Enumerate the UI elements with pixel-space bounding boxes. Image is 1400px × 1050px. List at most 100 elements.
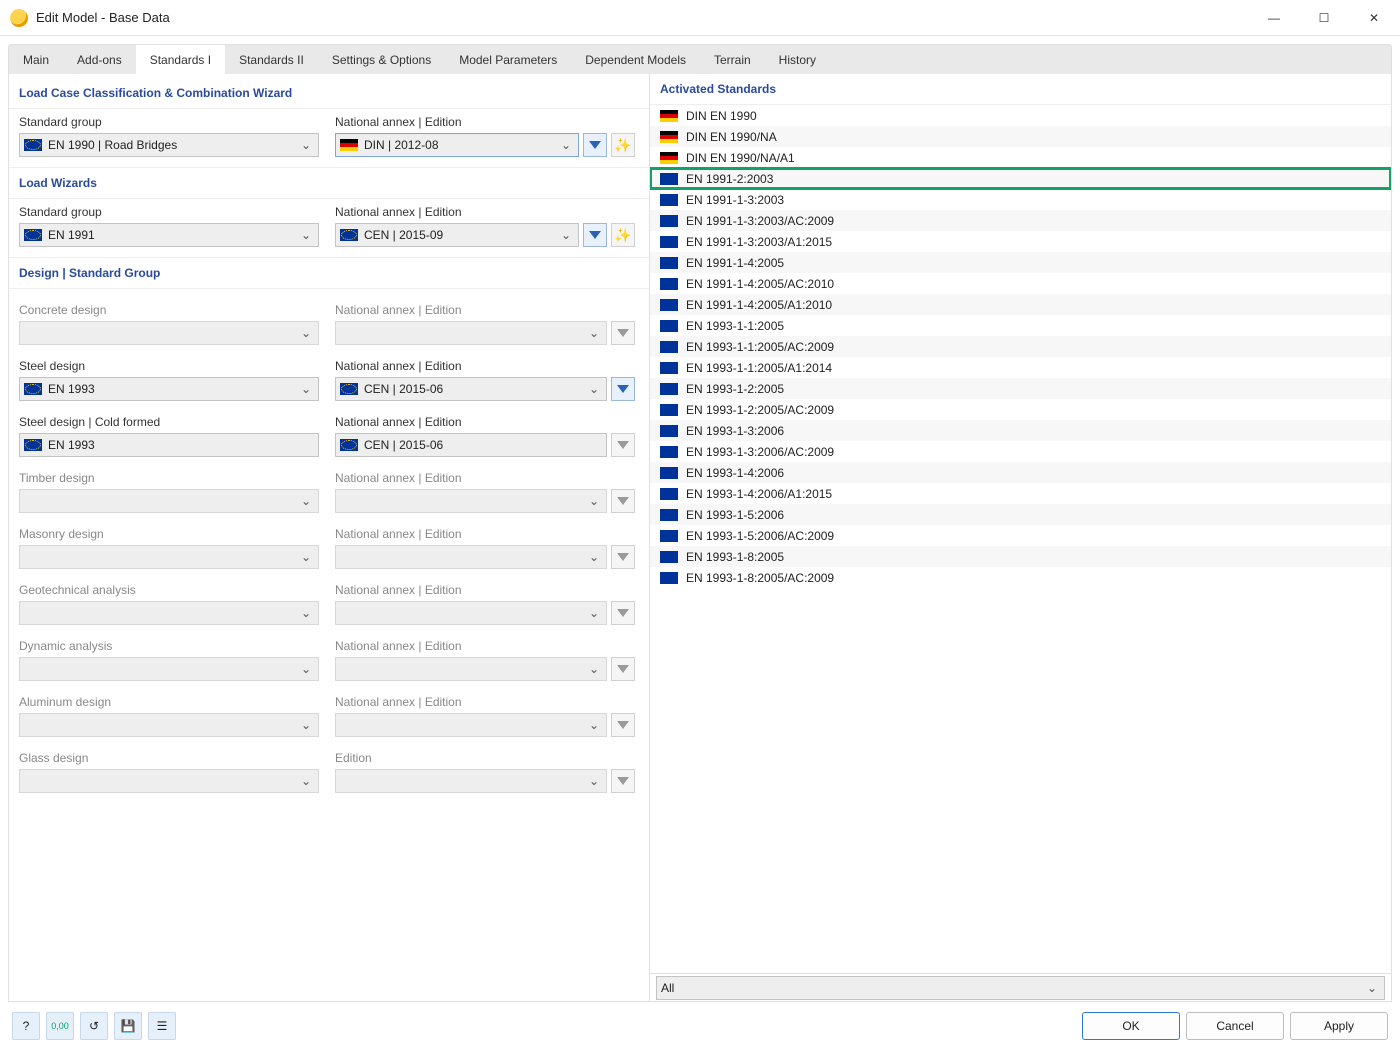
activated-standard-item[interactable]: EN 1993-1-3:2006 <box>650 420 1391 441</box>
eu-flag-icon <box>340 439 358 451</box>
tab-model-parameters[interactable]: Model Parameters <box>445 45 571 74</box>
apply-button[interactable]: Apply <box>1290 1012 1388 1040</box>
report-button[interactable]: ☰ <box>148 1012 176 1040</box>
activated-standard-item[interactable]: EN 1993-1-4:2006 <box>650 462 1391 483</box>
design-annex-label: National annex | Edition <box>335 415 607 429</box>
activated-standard-item[interactable]: EN 1991-1-4:2005 <box>650 252 1391 273</box>
chevron-down-icon: ⌄ <box>586 382 602 396</box>
activated-standard-item[interactable]: EN 1991-1-4:2005/AC:2010 <box>650 273 1391 294</box>
activated-standard-item[interactable]: EN 1993-1-4:2006/A1:2015 <box>650 483 1391 504</box>
ok-button[interactable]: OK <box>1082 1012 1180 1040</box>
eu-flag-icon <box>660 404 678 416</box>
activated-standard-item[interactable]: EN 1993-1-3:2006/AC:2009 <box>650 441 1391 462</box>
design-std-select[interactable]: EN 1993 <box>19 433 319 457</box>
design-std-select: ⌄ <box>19 489 319 513</box>
filter-button[interactable] <box>583 133 607 157</box>
loadcase-annex-select[interactable]: DIN | 2012-08 ⌄ <box>335 133 579 157</box>
eu-flag-icon <box>660 320 678 332</box>
activated-standard-item[interactable]: DIN EN 1990 <box>650 105 1391 126</box>
loadwizards-annex-label: National annex | Edition <box>335 205 579 219</box>
tab-terrain[interactable]: Terrain <box>700 45 765 74</box>
activated-standard-item[interactable]: EN 1993-1-2:2005/AC:2009 <box>650 399 1391 420</box>
close-button[interactable]: ✕ <box>1358 6 1390 30</box>
wizard-button[interactable]: ✨ <box>611 223 635 247</box>
loadcase-std-select[interactable]: EN 1990 | Road Bridges ⌄ <box>19 133 319 157</box>
tab-standards-ii[interactable]: Standards II <box>225 45 318 74</box>
maximize-button[interactable]: ☐ <box>1308 6 1340 30</box>
design-annex-label: National annex | Edition <box>335 303 607 317</box>
activated-standard-name: EN 1991-2:2003 <box>686 172 773 186</box>
design-std-select: ⌄ <box>19 713 319 737</box>
chevron-down-icon: ⌄ <box>298 326 314 340</box>
chevron-down-icon: ⌄ <box>298 228 314 242</box>
refresh-button[interactable]: ↺ <box>80 1012 108 1040</box>
activated-standard-item[interactable]: EN 1993-1-5:2006/AC:2009 <box>650 525 1391 546</box>
save-button[interactable]: 💾 <box>114 1012 142 1040</box>
tab-main[interactable]: Main <box>9 45 63 74</box>
design-std-select[interactable]: EN 1993⌄ <box>19 377 319 401</box>
design-annex-select[interactable]: CEN | 2015-06 <box>335 433 607 457</box>
activated-standard-name: EN 1993-1-5:2006/AC:2009 <box>686 529 834 543</box>
de-flag-icon <box>340 139 358 151</box>
tab-dependent-models[interactable]: Dependent Models <box>571 45 700 74</box>
activated-standard-item[interactable]: EN 1993-1-1:2005/AC:2009 <box>650 336 1391 357</box>
activated-standard-name: EN 1993-1-1:2005/A1:2014 <box>686 361 832 375</box>
tab-history[interactable]: History <box>765 45 830 74</box>
wand-icon: ✨ <box>614 137 631 154</box>
filter-button <box>611 545 635 569</box>
activated-standard-item[interactable]: EN 1993-1-2:2005 <box>650 378 1391 399</box>
help-button[interactable]: ? <box>12 1012 40 1040</box>
activated-standard-item[interactable]: EN 1993-1-8:2005/AC:2009 <box>650 567 1391 588</box>
design-annex-label: National annex | Edition <box>335 639 607 653</box>
design-std-select: ⌄ <box>19 545 319 569</box>
filter-icon <box>617 441 629 449</box>
chevron-down-icon: ⌄ <box>586 326 602 340</box>
design-annex-select[interactable]: CEN | 2015-06⌄ <box>335 377 607 401</box>
activated-standard-item[interactable]: EN 1993-1-8:2005 <box>650 546 1391 567</box>
minimize-button[interactable]: — <box>1258 6 1290 30</box>
design-label: Geotechnical analysis <box>19 583 319 597</box>
design-label: Masonry design <box>19 527 319 541</box>
activated-standard-item[interactable]: EN 1991-2:2003 <box>650 168 1391 189</box>
loadwizards-annex-select[interactable]: CEN | 2015-09 ⌄ <box>335 223 579 247</box>
filter-button <box>611 321 635 345</box>
design-label: Concrete design <box>19 303 319 317</box>
filter-icon <box>589 141 601 149</box>
design-label: Dynamic analysis <box>19 639 319 653</box>
activated-standard-item[interactable]: EN 1991-1-4:2005/A1:2010 <box>650 294 1391 315</box>
activated-standard-item[interactable]: EN 1993-1-1:2005 <box>650 315 1391 336</box>
tab-add-ons[interactable]: Add-ons <box>63 45 136 74</box>
design-annex-select: ⌄ <box>335 713 607 737</box>
wizard-button[interactable]: ✨ <box>611 133 635 157</box>
activated-standard-item[interactable]: EN 1993-1-1:2005/A1:2014 <box>650 357 1391 378</box>
activated-standard-item[interactable]: EN 1993-1-5:2006 <box>650 504 1391 525</box>
wand-icon: ✨ <box>614 227 631 244</box>
units-button[interactable]: 0,00 <box>46 1012 74 1040</box>
filter-button[interactable] <box>611 433 635 457</box>
design-annex-value: CEN | 2015-06 <box>364 438 602 452</box>
loadwizards-std-select[interactable]: EN 1991 ⌄ <box>19 223 319 247</box>
activated-standard-item[interactable]: EN 1991-1-3:2003/AC:2009 <box>650 210 1391 231</box>
filter-button[interactable] <box>611 377 635 401</box>
filter-button[interactable] <box>583 223 607 247</box>
activated-standard-name: EN 1993-1-8:2005 <box>686 550 784 564</box>
design-label: Steel design <box>19 359 319 373</box>
loadcase-std-value: EN 1990 | Road Bridges <box>48 138 298 152</box>
activated-standard-item[interactable]: DIN EN 1990/NA <box>650 126 1391 147</box>
tab-standards-i[interactable]: Standards I <box>136 45 225 74</box>
activated-filter-select[interactable]: All ⌄ <box>656 976 1385 1000</box>
chevron-down-icon: ⌄ <box>298 606 314 620</box>
activated-standard-name: EN 1991-1-4:2005/A1:2010 <box>686 298 832 312</box>
design-annex-label: National annex | Edition <box>335 695 607 709</box>
chevron-down-icon: ⌄ <box>1364 981 1380 995</box>
eu-flag-icon <box>660 530 678 542</box>
de-flag-icon <box>660 131 678 143</box>
tab-settings-options[interactable]: Settings & Options <box>318 45 445 74</box>
activated-standard-item[interactable]: EN 1991-1-3:2003/A1:2015 <box>650 231 1391 252</box>
activated-standard-name: EN 1993-1-4:2006/A1:2015 <box>686 487 832 501</box>
activated-standard-item[interactable]: DIN EN 1990/NA/A1 <box>650 147 1391 168</box>
app-icon <box>10 9 28 27</box>
chevron-down-icon: ⌄ <box>298 718 314 732</box>
cancel-button[interactable]: Cancel <box>1186 1012 1284 1040</box>
activated-standard-item[interactable]: EN 1991-1-3:2003 <box>650 189 1391 210</box>
